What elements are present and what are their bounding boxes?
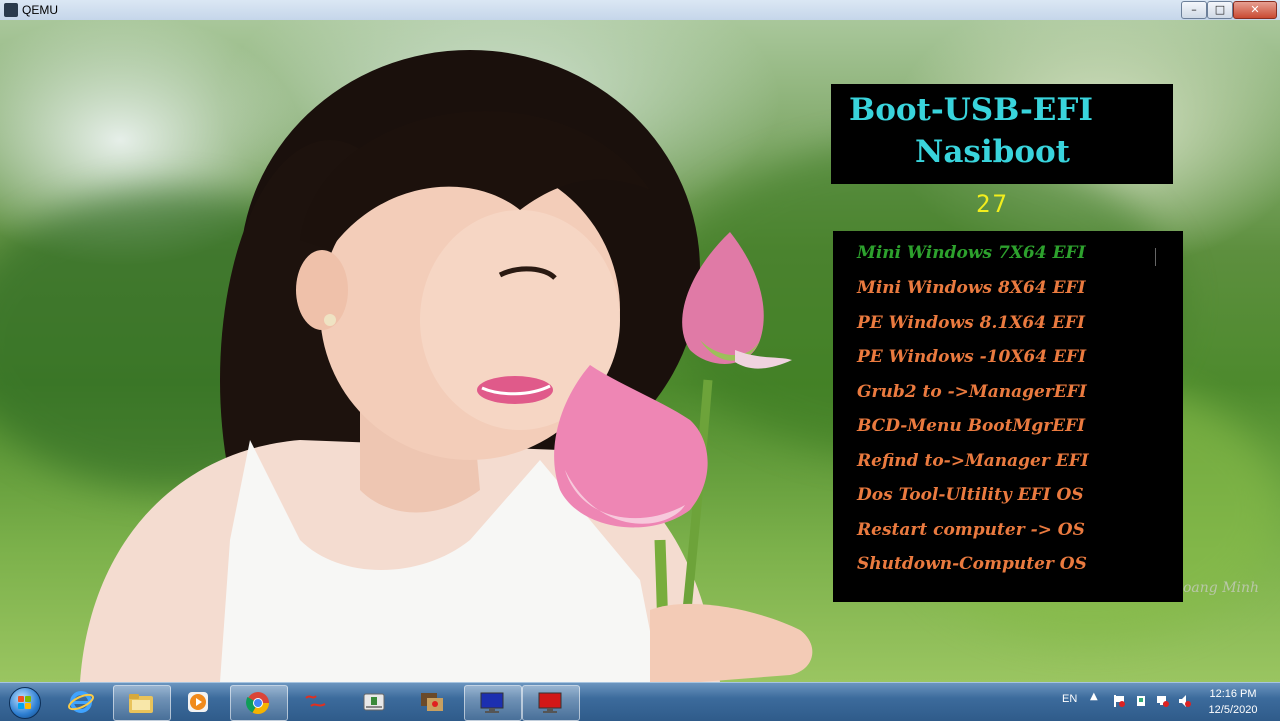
clock-time: 12:16 PM [1209, 688, 1257, 700]
boot-menu-item[interactable]: Restart computer -> OS [857, 516, 1085, 544]
action-center-flag-icon[interactable] [1112, 694, 1126, 708]
boot-title-box: Boot-USB-EFI Nasiboot [831, 84, 1173, 184]
boot-menu-item[interactable]: Dos Tool-Ultility EFI OS [857, 481, 1084, 509]
clock-date: 12/5/2020 [1208, 704, 1258, 716]
monitor-blue-icon [480, 692, 504, 713]
language-indicator[interactable]: EN [1062, 693, 1077, 705]
guest-screen[interactable]: Boot-USB-EFI Nasiboot 27 Mini Windows 7X… [0, 20, 1280, 682]
selection-cursor [1155, 248, 1156, 266]
window-title: QEMU [22, 3, 58, 17]
taskbar-media-player-button[interactable] [171, 685, 227, 719]
boot-menu-item[interactable]: Mini Windows 8X64 EFI [857, 274, 1086, 302]
window-title-bar: QEMU – □ ✕ [0, 0, 1280, 21]
close-button[interactable]: ✕ [1233, 1, 1277, 19]
taskbar-monitor-blue-button[interactable] [464, 685, 522, 721]
boot-menu-item[interactable]: Grub2 to ->ManagerEFI [857, 378, 1087, 406]
boot-menu-item[interactable]: Mini Windows 7X64 EFI [857, 239, 1086, 267]
taskbar-boot-app-button[interactable] [289, 685, 345, 719]
taskbar-hardware-app-button[interactable] [405, 685, 461, 719]
taskbar-ie-button[interactable] [54, 685, 110, 719]
volume-muted-icon[interactable] [1178, 694, 1192, 708]
start-button[interactable] [2, 684, 46, 720]
folder-icon [129, 694, 153, 713]
taskbar-explorer-button[interactable] [113, 685, 171, 721]
boot-title-line2: Nasiboot [915, 134, 1070, 170]
boot-menu-item[interactable]: BCD-Menu BootMgrEFI [857, 412, 1085, 440]
taskbar-monitor-red-button[interactable] [522, 685, 580, 721]
chrome-icon [246, 692, 269, 714]
network-icon[interactable] [1156, 694, 1170, 708]
boot-menu-item[interactable]: Shutdown-Computer OS [857, 550, 1087, 578]
start-orb-icon [9, 687, 41, 719]
hardware-app-icon [421, 693, 443, 711]
media-player-icon [188, 692, 208, 712]
boot-countdown-timer: 27 [976, 190, 1009, 218]
safely-remove-hardware-icon[interactable] [1134, 694, 1148, 708]
usb-tool-icon [363, 693, 385, 711]
boot-menu-item[interactable]: PE Windows -10X64 EFI [857, 343, 1086, 371]
qemu-icon [4, 3, 18, 17]
monitor-red-icon [538, 692, 562, 713]
taskbar-chrome-button[interactable] [230, 685, 288, 721]
taskbar-clock[interactable]: 12:16 PM 12/5/2020 [1200, 686, 1266, 718]
maximize-button[interactable]: □ [1207, 1, 1233, 19]
boot-menu-item[interactable]: Refind to->Manager EFI [857, 447, 1089, 475]
ie-icon [68, 691, 94, 713]
taskbar-usb-tool-button[interactable] [347, 685, 403, 719]
minimize-button[interactable]: – [1181, 1, 1207, 19]
taskbar: EN ▲ 12:16 PM 12/5/2020 [0, 682, 1280, 721]
boot-menu: Mini Windows 7X64 EFI Mini Windows 8X64 … [833, 231, 1183, 602]
wallpaper-watermark: oang Minh [1183, 580, 1260, 596]
boot-app-icon [305, 695, 326, 707]
boot-title-line1: Boot-USB-EFI [849, 92, 1093, 128]
show-hidden-icons-arrow-icon[interactable]: ▲ [1090, 691, 1098, 702]
boot-menu-item[interactable]: PE Windows 8.1X64 EFI [857, 309, 1085, 337]
